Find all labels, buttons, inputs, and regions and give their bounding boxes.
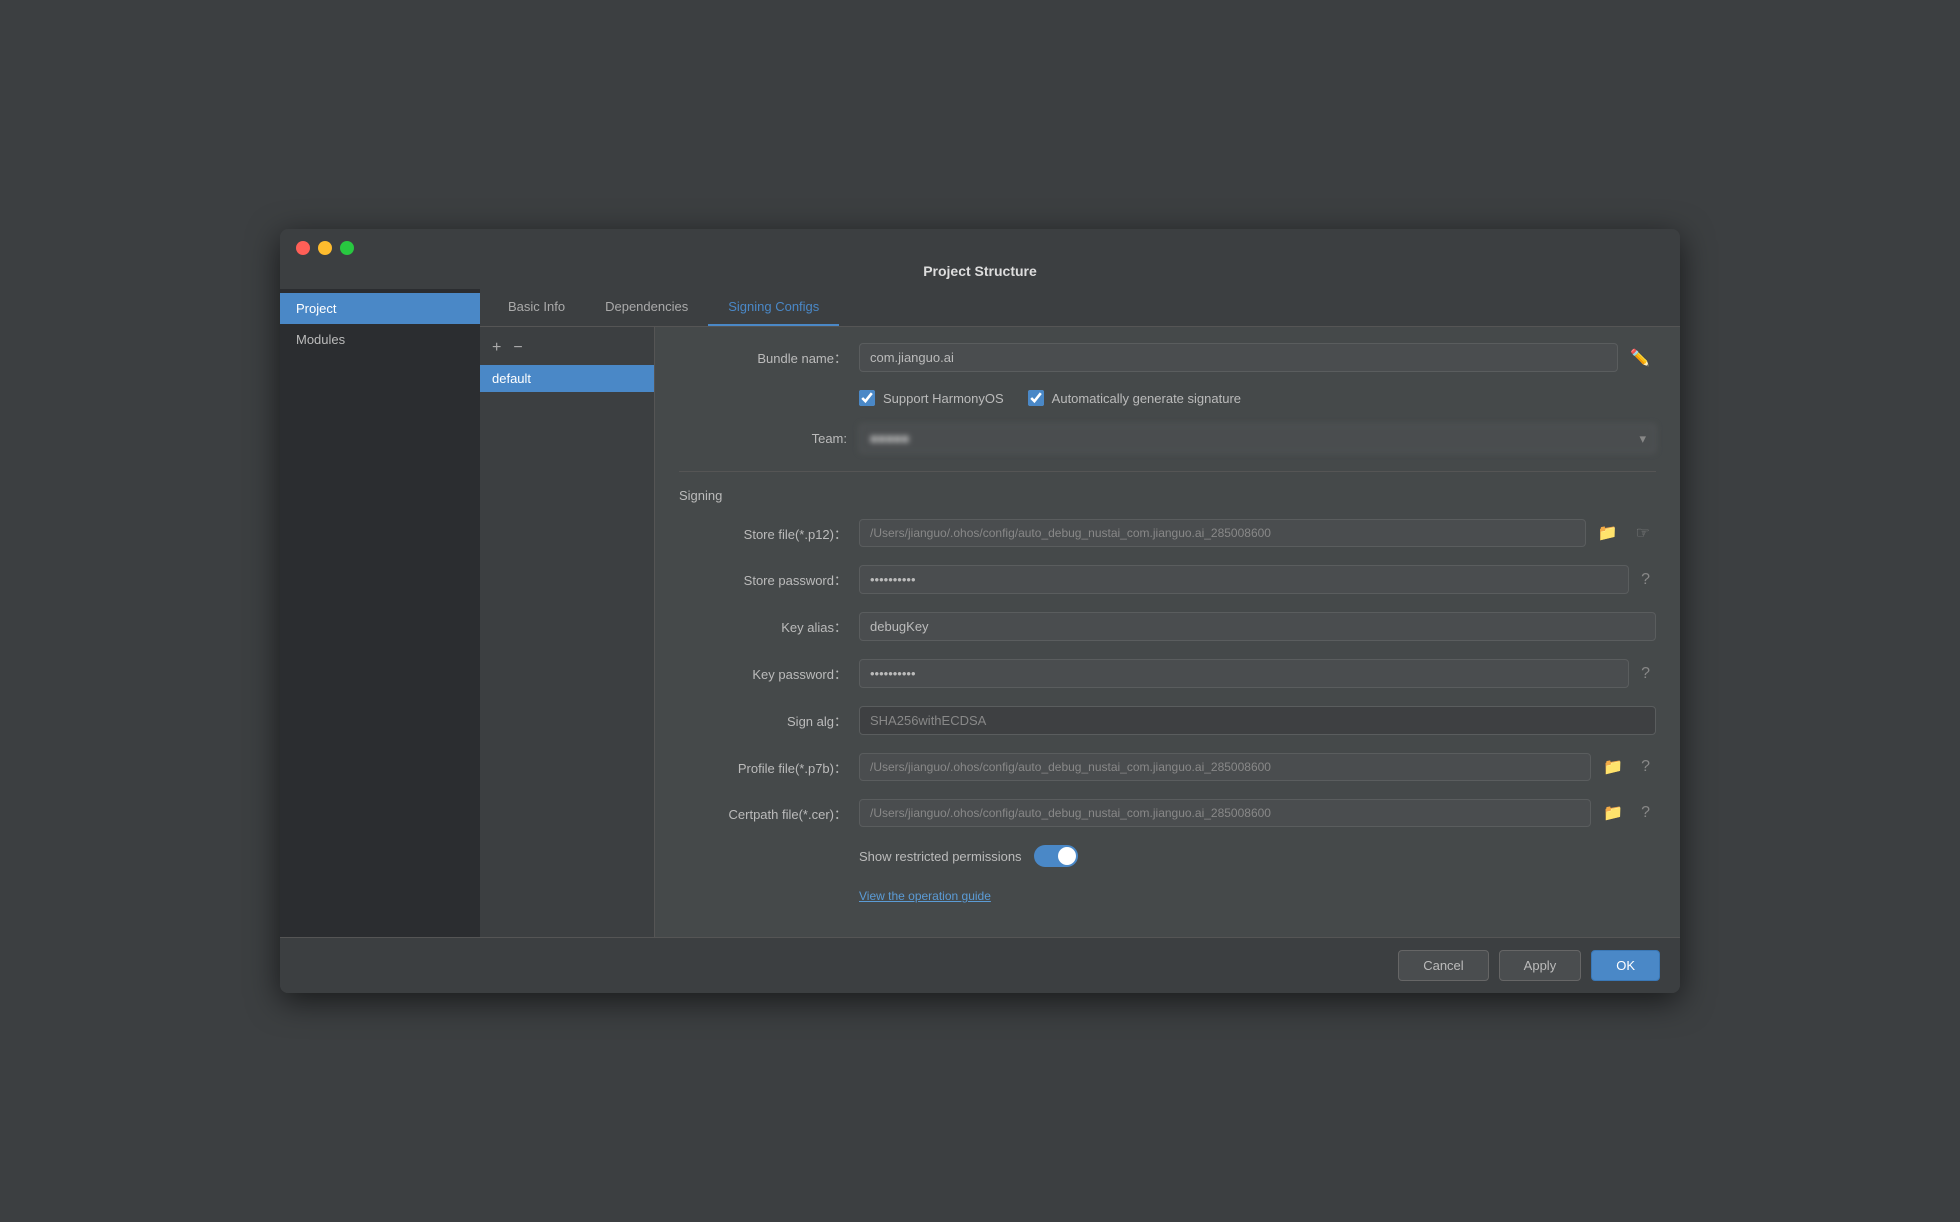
restricted-permissions-label: Show restricted permissions xyxy=(859,849,1022,864)
team-dropdown[interactable]: ■■■■■ xyxy=(859,424,1656,453)
project-structure-dialog: Project Structure Project Modules Basic … xyxy=(280,229,1680,993)
store-password-input[interactable] xyxy=(859,565,1629,594)
key-alias-wrap xyxy=(859,612,1656,641)
checkboxes-group: Support HarmonyOS Automatically generate… xyxy=(859,390,1656,406)
dialog-body: Project Modules Basic Info Dependencies … xyxy=(280,289,1680,937)
dialog-title: Project Structure xyxy=(923,259,1037,289)
title-bar: Project Structure xyxy=(280,229,1680,289)
profile-file-row: Profile file(*.p7b)： 📁 ? xyxy=(679,753,1656,781)
close-button[interactable] xyxy=(296,241,310,255)
store-password-help-icon[interactable]: ? xyxy=(1635,571,1656,589)
store-password-label: Store password： xyxy=(679,570,859,589)
tab-dependencies[interactable]: Dependencies xyxy=(585,289,708,326)
store-file-label: Store file(*.p12)： xyxy=(679,524,859,543)
view-guide-row: View the operation guide xyxy=(679,885,1656,903)
auto-sign-checkbox-label[interactable]: Automatically generate signature xyxy=(1028,390,1241,406)
profile-file-input[interactable] xyxy=(859,753,1591,781)
tab-signing-configs[interactable]: Signing Configs xyxy=(708,289,839,326)
browse-store-file-icon[interactable]: 📁 xyxy=(1592,523,1624,543)
team-row: Team: ■■■■■ ▾ xyxy=(679,424,1656,453)
fingerprint-icon[interactable]: ☞ xyxy=(1630,523,1656,543)
content-area: Basic Info Dependencies Signing Configs … xyxy=(480,289,1680,937)
view-guide-link[interactable]: View the operation guide xyxy=(859,889,991,903)
bundle-name-label: Bundle name： xyxy=(679,348,859,367)
sidebar-item-modules[interactable]: Modules xyxy=(280,324,480,355)
certpath-file-help-icon[interactable]: ? xyxy=(1635,804,1656,822)
tabs-bar: Basic Info Dependencies Signing Configs xyxy=(480,289,1680,327)
key-password-input[interactable] xyxy=(859,659,1629,688)
store-password-row: Store password： ? xyxy=(679,565,1656,594)
window-controls xyxy=(296,241,354,255)
config-area: + − default Bundle name： ✏️ xyxy=(480,327,1680,937)
certpath-file-input[interactable] xyxy=(859,799,1591,827)
restricted-permissions-wrap: Show restricted permissions xyxy=(859,845,1656,867)
sign-alg-input xyxy=(859,706,1656,735)
key-alias-label: Key alias： xyxy=(679,617,859,636)
profile-file-help-icon[interactable]: ? xyxy=(1635,758,1656,776)
store-file-wrap: 📁 ☞ xyxy=(859,519,1656,547)
cancel-button[interactable]: Cancel xyxy=(1398,950,1488,981)
profile-file-label: Profile file(*.p7b)： xyxy=(679,758,859,777)
signing-divider xyxy=(679,471,1656,472)
certpath-file-label: Certpath file(*.cer)： xyxy=(679,804,859,823)
config-item-default[interactable]: default xyxy=(480,365,654,392)
sign-alg-row: Sign alg： xyxy=(679,706,1656,735)
sign-alg-wrap xyxy=(859,706,1656,735)
tab-basic-info[interactable]: Basic Info xyxy=(488,289,585,326)
store-password-wrap: ? xyxy=(859,565,1656,594)
key-password-wrap: ? xyxy=(859,659,1656,688)
add-config-button[interactable]: + xyxy=(488,337,505,359)
key-password-row: Key password： ? xyxy=(679,659,1656,688)
restricted-permissions-row: Show restricted permissions xyxy=(679,845,1656,867)
auto-sign-checkbox[interactable] xyxy=(1028,390,1044,406)
key-alias-input[interactable] xyxy=(859,612,1656,641)
config-toolbar: + − xyxy=(480,331,654,365)
checkboxes-row: Support HarmonyOS Automatically generate… xyxy=(679,390,1656,406)
key-alias-row: Key alias： xyxy=(679,612,1656,641)
team-dropdown-wrap: ■■■■■ ▾ xyxy=(859,424,1656,453)
form-area: Bundle name： ✏️ Support HarmonyOS xyxy=(655,327,1680,937)
maximize-button[interactable] xyxy=(340,241,354,255)
apply-button[interactable]: Apply xyxy=(1499,950,1582,981)
sidebar-item-project[interactable]: Project xyxy=(280,293,480,324)
team-label: Team: xyxy=(679,431,859,446)
remove-config-button[interactable]: − xyxy=(509,337,526,359)
toggle-slider xyxy=(1034,845,1078,867)
footer: Cancel Apply OK xyxy=(280,937,1680,993)
key-password-label: Key password： xyxy=(679,664,859,683)
sign-alg-label: Sign alg： xyxy=(679,711,859,730)
certpath-file-wrap: 📁 ? xyxy=(859,799,1656,827)
browse-profile-file-icon[interactable]: 📁 xyxy=(1597,757,1629,777)
sidebar: Project Modules xyxy=(280,289,480,937)
support-harmonyos-checkbox-label[interactable]: Support HarmonyOS xyxy=(859,390,1004,406)
profile-file-wrap: 📁 ? xyxy=(859,753,1656,781)
bundle-name-row: Bundle name： ✏️ xyxy=(679,343,1656,372)
ok-button[interactable]: OK xyxy=(1591,950,1660,981)
edit-bundle-icon[interactable]: ✏️ xyxy=(1624,348,1656,368)
signing-section-title: Signing xyxy=(679,488,1656,503)
minimize-button[interactable] xyxy=(318,241,332,255)
bundle-name-field-wrap: ✏️ xyxy=(859,343,1656,372)
support-harmonyos-checkbox[interactable] xyxy=(859,390,875,406)
key-password-help-icon[interactable]: ? xyxy=(1635,665,1656,683)
store-file-row: Store file(*.p12)： 📁 ☞ xyxy=(679,519,1656,547)
restricted-permissions-toggle[interactable] xyxy=(1034,845,1078,867)
browse-certpath-file-icon[interactable]: 📁 xyxy=(1597,803,1629,823)
store-file-input[interactable] xyxy=(859,519,1586,547)
certpath-file-row: Certpath file(*.cer)： 📁 ? xyxy=(679,799,1656,827)
bundle-name-input[interactable] xyxy=(859,343,1618,372)
config-list: + − default xyxy=(480,327,655,937)
